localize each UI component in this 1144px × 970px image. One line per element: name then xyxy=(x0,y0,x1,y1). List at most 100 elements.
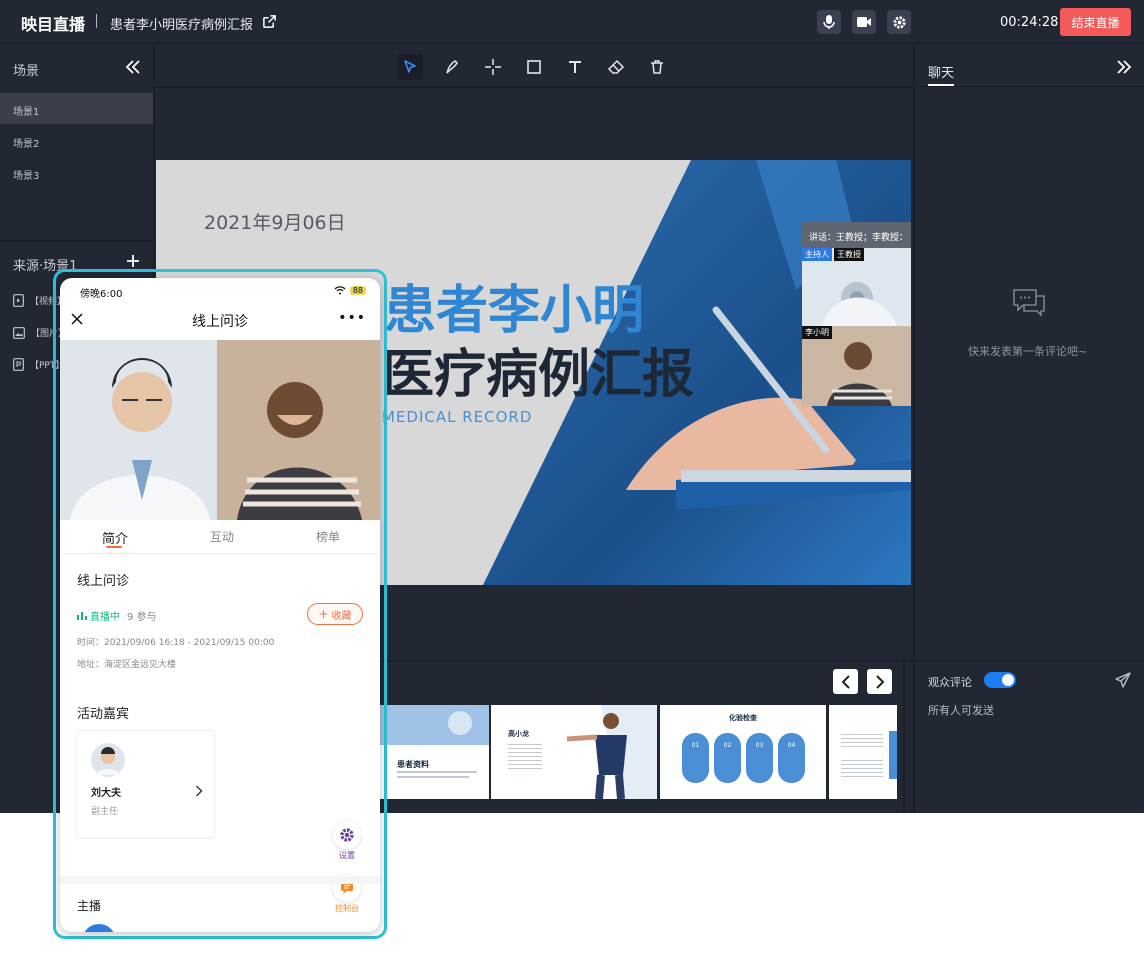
collapse-left-icon[interactable] xyxy=(124,59,142,75)
guests-title: 活动嘉宾 xyxy=(77,707,130,722)
live-status: 直播中 xyxy=(77,608,120,623)
speaking-indicator: 讲话：王教授；李教授： xyxy=(802,222,911,248)
scene-item-3[interactable]: 场景3 xyxy=(0,157,153,188)
collapse-right-icon[interactable] xyxy=(1115,59,1133,75)
document-title: 患者李小明医疗病例汇报 xyxy=(110,18,254,33)
settings-button[interactable] xyxy=(887,10,911,34)
end-live-button[interactable]: 结束直播 xyxy=(1060,8,1131,36)
thumbnail-text-block xyxy=(508,741,542,771)
camera-button[interactable] xyxy=(852,10,876,34)
video-file-icon xyxy=(13,294,24,307)
avatar xyxy=(91,743,125,777)
gear-icon xyxy=(340,828,354,842)
thumbnail-text-block xyxy=(841,757,883,779)
right-column-divider xyxy=(913,46,915,813)
battery-level: 88 xyxy=(349,285,366,295)
tab-chat[interactable]: 聊天 xyxy=(928,62,954,81)
settings-label: 设置 xyxy=(339,851,355,860)
crosshair-icon xyxy=(485,59,501,75)
slide-title-line2: 医疗病例汇报 xyxy=(382,345,695,405)
live-label: 直播中 xyxy=(90,612,120,623)
eraser-tool[interactable] xyxy=(603,54,629,80)
thumbnail-banner-image xyxy=(380,705,489,745)
console-label: 控制台 xyxy=(335,904,359,913)
wifi-icon xyxy=(334,286,346,295)
next-slide-button[interactable] xyxy=(867,669,892,694)
slide-thumbnail-4[interactable]: 化验检查 01 02 03 04 xyxy=(660,705,826,799)
select-tool[interactable] xyxy=(397,54,423,80)
thumbnail-title: 化验检查 xyxy=(729,714,757,722)
favorite-button[interactable]: + 收藏 xyxy=(307,603,363,625)
status-icons: 88 xyxy=(334,285,366,295)
mobile-tabs: 简介 互动 榜单 xyxy=(60,520,380,554)
plus-icon: + xyxy=(318,607,329,621)
slide-thumbnail-3[interactable]: 高小龙 xyxy=(491,705,657,799)
chat-input-divider xyxy=(915,660,1144,662)
guest-video[interactable]: 李小明 xyxy=(802,326,911,406)
guest-card[interactable]: 刘大夫 副主任 xyxy=(76,730,215,839)
mobile-preview: 傍晚6:00 88 线上问诊 ••• 简介 互动 榜单 线上问诊 直播中 9 参… xyxy=(60,278,380,932)
audience-comment-label: 观众评论 xyxy=(928,676,972,689)
scenes-title: 场景 xyxy=(13,64,40,79)
speaker-panel: 讲话：王教授；李教授： 主持人 王教授 李小明 xyxy=(802,222,911,406)
host-video[interactable]: 主持人 王教授 xyxy=(802,248,911,326)
slide-subtitle: MEDICAL RECORD xyxy=(382,408,533,426)
mic-icon xyxy=(823,15,835,29)
pen-icon xyxy=(446,60,458,74)
thumbnail-text-block xyxy=(841,731,883,747)
text-tool[interactable] xyxy=(562,54,588,80)
rectangle-icon xyxy=(527,60,541,74)
mic-button[interactable] xyxy=(817,10,841,34)
external-link-icon[interactable] xyxy=(262,14,277,29)
add-source-icon[interactable] xyxy=(126,254,140,268)
doctor-portrait-image xyxy=(60,340,217,520)
title-separator xyxy=(96,14,97,28)
host-avatar xyxy=(82,924,116,932)
gear-icon xyxy=(892,15,906,29)
eraser-icon xyxy=(607,59,625,74)
guest-name: 刘大夫 xyxy=(91,788,121,799)
strip-divider xyxy=(903,656,905,813)
laser-pointer-tool[interactable] xyxy=(480,54,506,80)
rectangle-tool[interactable] xyxy=(521,54,547,80)
tab-ranking[interactable]: 榜单 xyxy=(316,528,340,545)
host-section-title: 主播 xyxy=(77,899,102,913)
slide-thumbnail-5[interactable] xyxy=(829,705,897,799)
thumbnail-image-strip xyxy=(889,731,897,779)
comment-permission-text: 所有人可发送 xyxy=(928,704,994,717)
top-bar: 映目直播 患者李小明医疗病例汇报 00:24:28 结束直播 xyxy=(0,0,1144,44)
send-icon[interactable] xyxy=(1114,671,1132,689)
delete-tool[interactable] xyxy=(644,54,670,80)
scenes-header: 场景 xyxy=(0,46,153,90)
slide-date: 2021年9月06日 xyxy=(204,212,346,234)
ppt-file-icon xyxy=(13,358,24,371)
slide-thumbnail-2[interactable]: 患者资料 xyxy=(380,705,489,799)
camera-icon xyxy=(857,17,871,27)
tab-intro[interactable]: 简介 xyxy=(102,528,128,547)
favorite-label: 收藏 xyxy=(331,610,352,622)
man-pointing-image xyxy=(566,705,657,799)
tab-interact[interactable]: 互动 xyxy=(210,528,234,545)
prev-slide-button[interactable] xyxy=(833,669,858,694)
lab-pill: 01 xyxy=(682,733,709,783)
chat-bubble-icon xyxy=(1013,289,1045,317)
scene-item-2[interactable]: 场景2 xyxy=(0,125,153,156)
more-options-icon[interactable]: ••• xyxy=(338,310,366,326)
chat-empty-text: 快来发表第一条评论吧~ xyxy=(968,345,1088,358)
event-title: 线上问诊 xyxy=(77,574,130,589)
settings-float-button[interactable]: 设置 xyxy=(332,821,362,863)
left-panel-divider xyxy=(0,240,153,242)
audience-comment-toggle[interactable] xyxy=(984,672,1016,688)
scene-item-1[interactable]: 场景1 xyxy=(0,93,153,124)
live-timer: 00:24:28 xyxy=(1000,15,1059,30)
participant-count: 9 参与 xyxy=(127,612,157,623)
signal-bars-icon xyxy=(77,612,87,620)
chevron-left-icon xyxy=(841,674,850,689)
lab-pill: 04 xyxy=(778,733,805,783)
guest-role: 副主任 xyxy=(91,807,119,817)
mobile-video-area[interactable] xyxy=(60,340,380,520)
pen-tool[interactable] xyxy=(439,54,465,80)
chat-header-divider xyxy=(915,86,1144,87)
host-tag: 主持人 xyxy=(802,248,832,261)
chevron-right-icon xyxy=(875,674,884,689)
